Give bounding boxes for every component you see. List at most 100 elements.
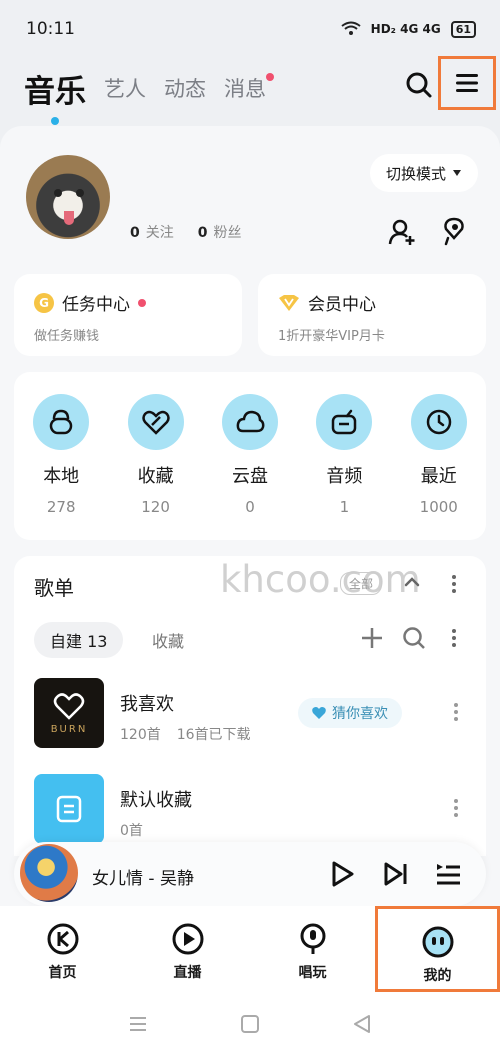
nav-home-label: 首页	[48, 965, 77, 981]
playlist-cover: BURN	[34, 678, 104, 748]
home-button-icon[interactable]	[239, 1013, 261, 1035]
shortcut-label: 最近	[420, 466, 457, 487]
playlist-count: 120首	[120, 727, 161, 743]
tab-created-playlists[interactable]: 自建 13	[34, 622, 124, 658]
playlist-count: 0首	[120, 823, 143, 839]
clock-icon	[410, 394, 467, 450]
tab-artists[interactable]: 艺人	[104, 73, 146, 103]
vip-center-card[interactable]: 会员中心 1折开豪华VIP月卡	[258, 274, 486, 356]
shortcut-count: 0	[245, 498, 255, 516]
sing-icon	[300, 923, 325, 954]
more-vertical-icon[interactable]	[446, 574, 462, 594]
playlist-name: 默认收藏	[120, 790, 192, 811]
fans-stat[interactable]: 0 粉丝	[198, 222, 242, 242]
shortcut-favorites[interactable]: 收藏 120	[116, 394, 196, 540]
vip-center-title: 会员中心	[308, 295, 376, 315]
search-icon[interactable]	[404, 70, 434, 100]
following-label: 关注	[145, 225, 174, 241]
switch-mode-label: 切换模式	[385, 164, 446, 183]
following-stat[interactable]: 0 关注	[130, 222, 174, 242]
vip-center-title-row: 会员中心	[278, 290, 466, 315]
task-center-title-row: G 任务中心	[34, 290, 222, 315]
bottom-nav: 首页 直播 唱玩 我的	[0, 906, 500, 992]
chevron-up-icon[interactable]	[402, 572, 422, 592]
battery-indicator: 61	[450, 20, 476, 38]
avatar[interactable]	[26, 155, 110, 239]
tab-messages[interactable]: 消息	[224, 73, 274, 103]
more-vertical-icon[interactable]	[448, 798, 464, 818]
menu-button[interactable]	[438, 56, 496, 110]
status-time: 10:11	[26, 19, 75, 39]
caret-down-icon	[453, 170, 461, 176]
mini-player[interactable]: 女儿情 - 吴静	[14, 842, 486, 906]
shortcut-label: 收藏	[137, 466, 174, 487]
nav-home[interactable]: 首页	[0, 906, 125, 992]
nav-mine[interactable]: 我的	[375, 906, 500, 992]
network-indicator: HD₂ 4G 4G	[370, 22, 441, 36]
shortcut-cloud[interactable]: 云盘 0	[210, 394, 290, 540]
search-icon[interactable]	[402, 626, 426, 650]
tab-messages-label: 消息	[224, 77, 266, 101]
playlist-meta: 0首	[120, 820, 143, 840]
shortcut-label: 云盘	[231, 466, 268, 487]
microphone-heart-icon[interactable]	[440, 216, 468, 246]
switch-mode-button[interactable]: 切换模式	[370, 154, 478, 192]
list-item[interactable]: BURN 我喜欢 120首 16首已下载 猜你喜欢	[34, 678, 474, 750]
cover-text: BURN	[50, 723, 88, 735]
add-friend-icon[interactable]	[388, 218, 416, 246]
nav-mine-label: 我的	[423, 968, 452, 984]
hamburger-menu-icon	[456, 74, 478, 92]
watermark-text: khcoo.com	[220, 558, 421, 601]
playlist-downloaded: 16首已下载	[176, 727, 251, 743]
list-item[interactable]: 默认收藏 0首	[34, 774, 474, 846]
avatar-eye	[54, 189, 62, 197]
tab-feed[interactable]: 动态	[164, 73, 206, 103]
playlist-queue-icon[interactable]	[434, 860, 462, 888]
live-icon	[172, 923, 203, 955]
shortcut-label: 本地	[43, 466, 80, 487]
fans-count: 0	[197, 225, 208, 241]
avatar-tongue	[64, 211, 74, 225]
play-icon[interactable]	[328, 860, 356, 888]
wifi-icon	[341, 21, 361, 35]
add-icon[interactable]	[360, 626, 384, 650]
shortcut-count: 278	[46, 498, 76, 516]
heart-cover-icon	[53, 692, 85, 720]
document-icon	[56, 795, 82, 823]
nav-live[interactable]: 直播	[125, 906, 250, 992]
avatar-eye	[76, 189, 84, 197]
recent-apps-icon[interactable]	[127, 1013, 149, 1035]
more-vertical-icon[interactable]	[446, 628, 462, 648]
heart-badge-icon	[312, 707, 326, 719]
back-icon[interactable]	[351, 1013, 373, 1035]
next-track-icon[interactable]	[382, 860, 410, 888]
tab-collected-playlists[interactable]: 收藏	[152, 622, 184, 658]
playlist-name: 我喜欢	[120, 694, 174, 715]
home-k-icon	[47, 923, 78, 955]
shortcut-grid: 本地 278 收藏 120 云盘 0 音频 1 最近 1000	[14, 372, 486, 540]
nav-sing-label: 唱玩	[298, 965, 327, 981]
nav-live-label: 直播	[173, 965, 202, 981]
system-nav-bar	[0, 992, 500, 1055]
follow-stats: 0 关注 0 粉丝	[130, 222, 242, 242]
task-center-title: 任务中心	[62, 295, 130, 315]
task-center-card[interactable]: G 任务中心 做任务赚钱	[14, 274, 242, 356]
tab-music[interactable]: 音乐	[24, 66, 86, 111]
status-bar: 10:11 HD₂ 4G 4G 61	[0, 0, 500, 58]
shortcut-audio[interactable]: 音频 1	[304, 394, 384, 540]
coin-icon: G	[34, 292, 54, 313]
shortcut-recent[interactable]: 最近 1000	[399, 394, 479, 540]
more-vertical-icon[interactable]	[448, 702, 464, 722]
task-center-subtitle: 做任务赚钱	[34, 329, 100, 344]
guess-you-like-label: 猜你喜欢	[332, 706, 388, 722]
playlist-meta: 120首 16首已下载	[120, 724, 251, 744]
now-playing-cover[interactable]	[20, 844, 78, 902]
shortcut-local[interactable]: 本地 278	[21, 394, 101, 540]
local-music-icon	[33, 394, 90, 450]
shortcut-label: 音频	[326, 466, 363, 487]
nav-sing[interactable]: 唱玩	[250, 906, 375, 992]
playlist-filter[interactable]: 全部	[340, 572, 383, 595]
now-playing-title: 女儿情 - 吴静	[92, 869, 194, 889]
shortcut-count: 1	[339, 498, 350, 516]
guess-you-like-button[interactable]: 猜你喜欢	[298, 698, 402, 728]
